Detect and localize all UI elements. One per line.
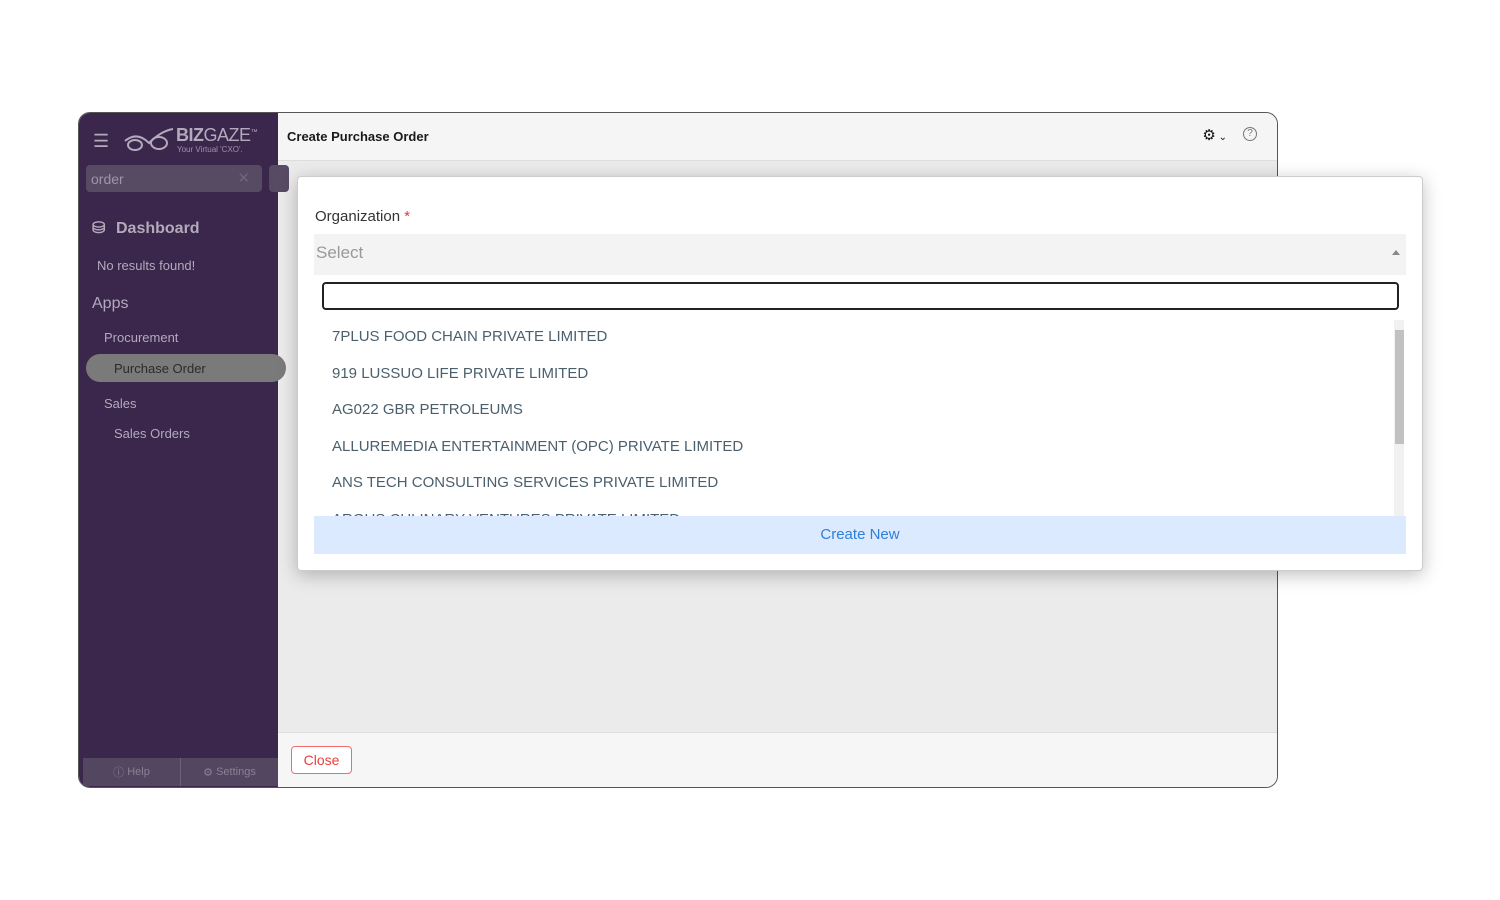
caret-up-icon [1392, 250, 1400, 255]
help-button[interactable]: ⓘ Help [83, 758, 181, 786]
gear-dropdown-icon[interactable]: ⚙ ⌄ [1202, 126, 1227, 144]
no-results-text: No results found! [97, 258, 196, 273]
sidebar-item-sales-orders[interactable]: Sales Orders [114, 426, 190, 441]
logo: BIZGAZE™ Your Virtual 'CXO'. [123, 123, 263, 157]
scrollbar[interactable] [1394, 320, 1404, 516]
sidebar-item-sales[interactable]: Sales [104, 396, 137, 411]
organization-dropdown: 7PLUS FOOD CHAIN PRIVATE LIMITED 919 LUS… [314, 275, 1406, 554]
sidebar-item-procurement[interactable]: Procurement [104, 330, 178, 345]
sidebar-item-purchase-order[interactable]: Purchase Order [86, 354, 286, 382]
dashboard-label: Dashboard [116, 220, 200, 237]
option-item[interactable]: 919 LUSSUO LIFE PRIVATE LIMITED [314, 357, 1406, 394]
option-item[interactable]: 7PLUS FOOD CHAIN PRIVATE LIMITED [314, 320, 1406, 357]
clear-icon[interactable]: ✕ [237, 169, 250, 187]
option-item[interactable]: ANS TECH CONSULTING SERVICES PRIVATE LIM… [314, 466, 1406, 503]
option-item[interactable]: ARGUS CULINARY VENTURES PRIVATE LIMITED [314, 503, 1406, 517]
option-item[interactable]: AG022 GBR PETROLEUMS [314, 393, 1406, 430]
logo-tagline: Your Virtual 'CXO'. [177, 145, 243, 154]
help-circle-icon[interactable]: ? [1243, 127, 1257, 141]
logo-eyes-icon [124, 128, 174, 151]
options-list: 7PLUS FOOD CHAIN PRIVATE LIMITED 919 LUS… [314, 320, 1406, 516]
search-value: order [91, 171, 124, 187]
help-icon: ⓘ [113, 767, 128, 779]
organization-dialog: Organization * Select 7PLUS FOOD CHAIN P… [297, 176, 1423, 571]
page-header: Create Purchase Order ⚙ ⌄ ? [278, 113, 1277, 161]
close-button[interactable]: Close [291, 746, 352, 774]
option-item[interactable]: ALLUREMEDIA ENTERTAINMENT (OPC) PRIVATE … [314, 430, 1406, 467]
logo-text-bold: BIZ [176, 125, 204, 145]
menu-icon[interactable]: ☰ [93, 131, 109, 152]
sidebar: ☰ BIZGAZE™ Your Virtual 'CXO'. order ✕ ⛁ D… [79, 113, 289, 787]
select-placeholder: Select [316, 243, 364, 262]
label-text: Organization [315, 208, 401, 225]
logo-text: GAZE [203, 125, 252, 145]
sidebar-footer: ⓘ Help ⚙ Settings [83, 758, 278, 786]
dashboard-icon: ⛁ [92, 220, 106, 237]
help-label: Help [127, 766, 150, 778]
dropdown-search-input[interactable] [322, 282, 1399, 310]
sidebar-item-dashboard[interactable]: ⛁ Dashboard [92, 218, 200, 238]
settings-icon: ⚙ [203, 766, 217, 779]
settings-label: Settings [216, 766, 256, 778]
logo-tm: ™ [250, 129, 258, 136]
menu-search-input[interactable]: order ✕ [86, 165, 262, 192]
apps-heading: Apps [92, 295, 129, 312]
required-marker: * [404, 208, 411, 225]
settings-button[interactable]: ⚙ Settings [181, 758, 278, 786]
create-new-button[interactable]: Create New [314, 516, 1406, 554]
search-side-button[interactable] [269, 165, 289, 192]
organization-label: Organization * [315, 208, 410, 225]
page-footer: Close [278, 732, 1277, 787]
scrollbar-thumb[interactable] [1395, 330, 1404, 444]
page-title: Create Purchase Order [287, 129, 429, 144]
organization-select[interactable]: Select [314, 234, 1406, 275]
